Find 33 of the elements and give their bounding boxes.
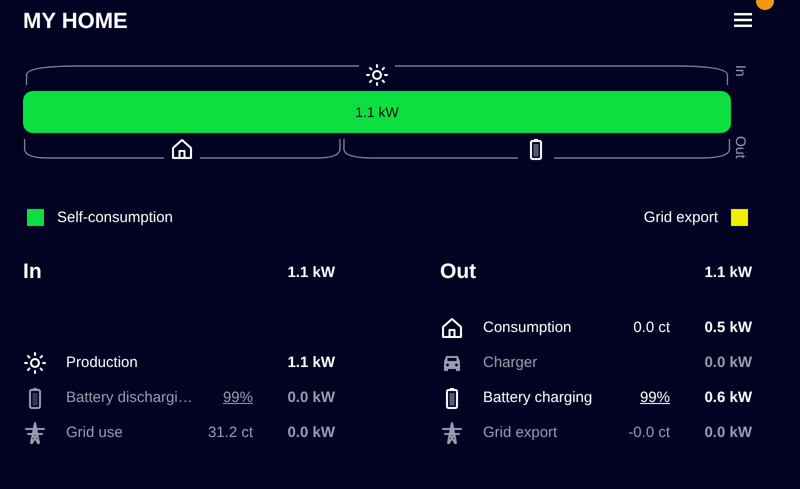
section-total: 1.1 kW [287, 264, 335, 280]
section-title: Out [440, 260, 476, 284]
battery-level-link[interactable]: 99% [222, 389, 253, 406]
house-icon [440, 316, 464, 340]
section-total: 1.1 kW [704, 264, 752, 280]
flow-bar: 1.1 kW [23, 91, 731, 133]
power-value: 0.6 kW [703, 389, 752, 406]
price-text: 31.2 ct [208, 424, 253, 441]
out-label: Out [733, 136, 749, 159]
power-value: 0.0 kW [286, 389, 335, 406]
pylon-icon [23, 420, 47, 444]
row-label: Consumption [483, 319, 572, 336]
sun-icon [23, 350, 47, 374]
power-value: 0.5 kW [703, 319, 752, 336]
power-value: 1.1 kW [286, 354, 335, 371]
page-title: MY HOME [23, 8, 128, 34]
pylon-icon [440, 420, 464, 444]
price-text: -0.0 ct [628, 424, 670, 441]
row-label: Grid use [66, 424, 124, 441]
power-value: 0.0 kW [703, 424, 752, 441]
legend-label: Self-consumption [57, 209, 173, 226]
power-value: 0.0 kW [286, 424, 335, 441]
battery-level-link[interactable]: 99% [640, 389, 670, 406]
row-label: Battery charging [483, 389, 594, 406]
row-label: Battery dischargi… [66, 389, 194, 406]
legend-label: Grid export [644, 209, 718, 226]
section-title: In [23, 260, 42, 284]
row-label: Production [66, 354, 139, 371]
price-text: 0.0 ct [633, 319, 670, 336]
row-label: Grid export [483, 424, 558, 441]
in-label: In [733, 65, 749, 77]
power-value: 0.0 kW [703, 354, 752, 371]
row-label: Charger [483, 354, 538, 371]
